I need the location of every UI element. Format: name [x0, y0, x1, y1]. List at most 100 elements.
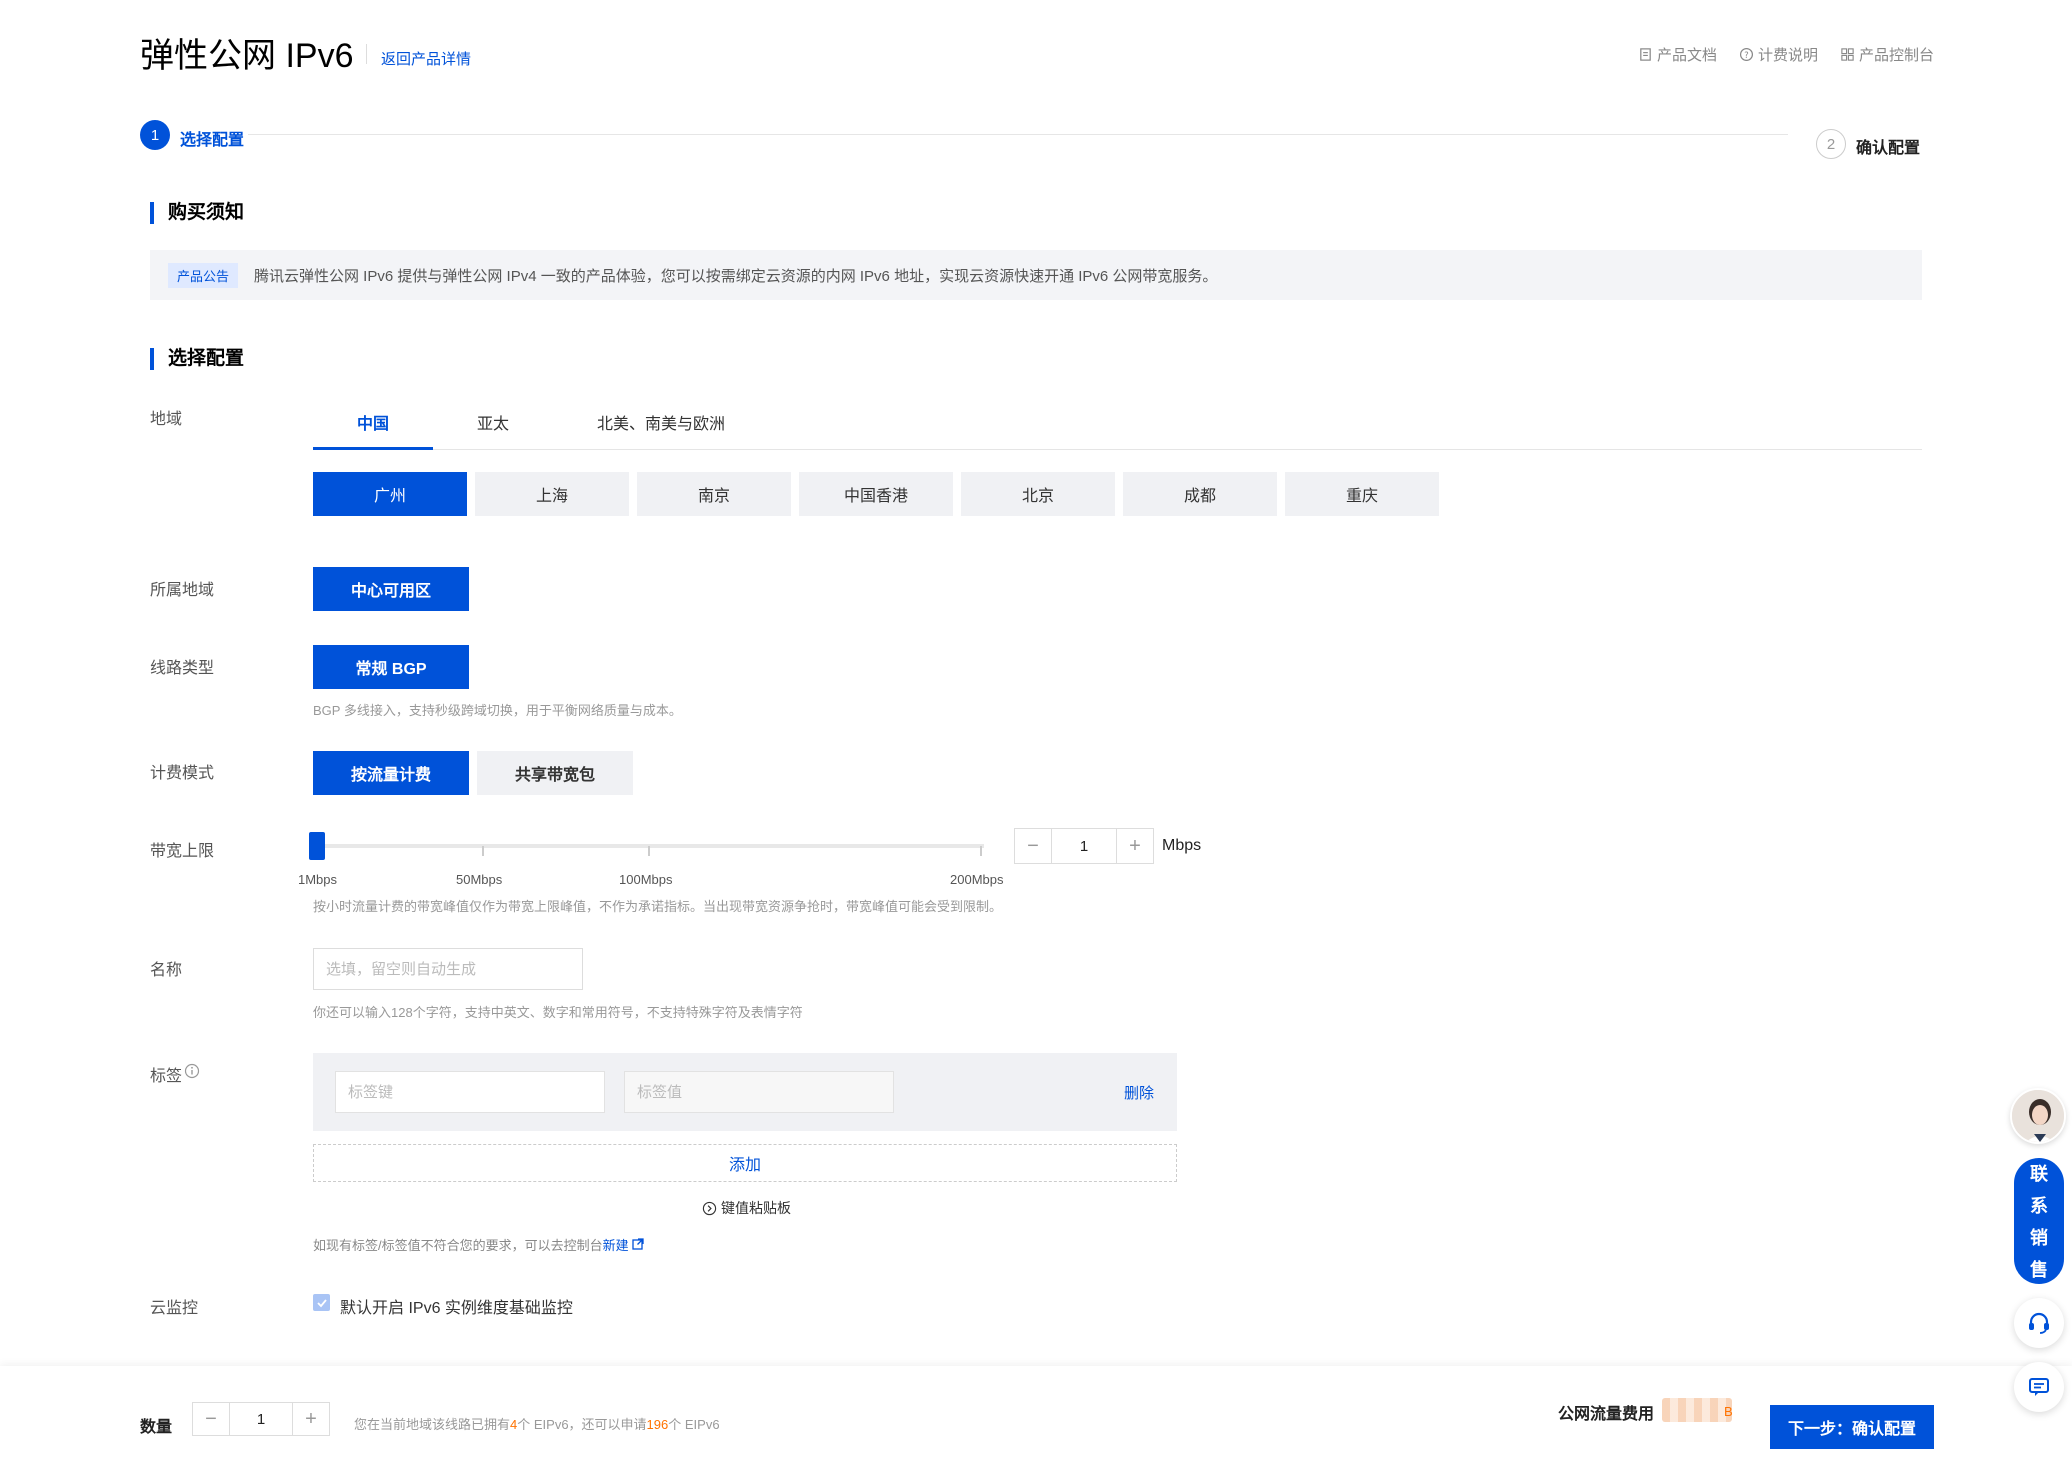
- city-option-guangzhou[interactable]: 广州: [313, 472, 467, 516]
- step-2-label: 确认配置: [1856, 140, 1921, 157]
- city-option-nanjing[interactable]: 南京: [637, 472, 791, 516]
- step-connector: [248, 134, 1788, 135]
- city-options: 广州 上海 南京 中国香港 北京 成都 重庆: [313, 472, 1439, 516]
- external-link-icon: [632, 1238, 644, 1250]
- back-to-product-link[interactable]: 返回产品详情: [381, 48, 471, 69]
- billing-mode-options: 按流量计费 共享带宽包: [313, 751, 633, 795]
- tag-hint-text: 如现有标签/标签值不符合您的要求，可以去控制台: [313, 1238, 603, 1253]
- page-title: 弹性公网 IPv6: [140, 37, 354, 75]
- city-option-hongkong[interactable]: 中国香港: [799, 472, 953, 516]
- document-icon: [1640, 48, 1651, 61]
- quantity-hint: 您在当前地域该线路已拥有4个 EIPv6，还可以申请196个 EIPv6: [354, 1414, 720, 1433]
- bandwidth-value[interactable]: 1: [1051, 829, 1117, 863]
- zone-label: 所属地域: [150, 582, 215, 599]
- bandwidth-increment-button[interactable]: +: [1117, 829, 1153, 863]
- section-heading-notice: 购买须知: [150, 202, 244, 224]
- announcement-badge: 产品公告: [168, 262, 239, 288]
- slider-scale-label: 100Mbps: [619, 872, 673, 887]
- tag-hint: 如现有标签/标签值不符合您的要求，可以去控制台新建: [313, 1235, 644, 1254]
- slider-scale-label: 50Mbps: [456, 872, 503, 887]
- billing-info-link[interactable]: ? 计费说明: [1739, 44, 1818, 65]
- title-divider: [366, 44, 367, 64]
- contact-sales-char: 售: [2030, 1260, 2048, 1280]
- name-input[interactable]: [313, 948, 583, 990]
- next-step-button[interactable]: 下一步：确认配置: [1770, 1405, 1934, 1449]
- section-heading-config: 选择配置: [150, 348, 244, 370]
- name-label: 名称: [150, 962, 183, 979]
- tab-americas-europe[interactable]: 北美、南美与欧洲: [553, 398, 769, 450]
- product-docs-label: 产品文档: [1656, 47, 1717, 64]
- announcement-bar: 产品公告 腾讯云弹性公网 IPv6 提供与弹性公网 IPv4 一致的产品体验，您…: [150, 250, 1922, 300]
- product-console-label: 产品控制台: [1858, 47, 1934, 64]
- fee-value-redacted: [1662, 1398, 1732, 1422]
- city-option-chengdu[interactable]: 成都: [1123, 472, 1277, 516]
- support-avatar[interactable]: [2010, 1088, 2066, 1144]
- tab-asia-pacific[interactable]: 亚太: [433, 398, 553, 450]
- bandwidth-label: 带宽上限: [150, 843, 215, 860]
- bandwidth-unit: Mbps: [1162, 837, 1202, 854]
- billing-option-bandwidth-package[interactable]: 共享带宽包: [477, 751, 633, 795]
- city-option-beijing[interactable]: 北京: [961, 472, 1115, 516]
- monitor-checkbox-label: 默认开启 IPv6 实例维度基础监控: [340, 1300, 573, 1317]
- quantity-decrement-button[interactable]: −: [193, 1403, 229, 1435]
- quantity-value[interactable]: 1: [229, 1403, 293, 1435]
- step-1-indicator: 1: [140, 120, 170, 150]
- region-label: 地域: [150, 411, 183, 428]
- city-option-shanghai[interactable]: 上海: [475, 472, 629, 516]
- tag-label: 标签: [150, 1068, 183, 1085]
- paste-board-button[interactable]: 键值粘贴板: [702, 1198, 791, 1218]
- bandwidth-decrement-button[interactable]: −: [1015, 829, 1051, 863]
- quantity-hint-text: 个 EIPv6: [668, 1417, 720, 1432]
- monitor-checkbox[interactable]: [313, 1294, 330, 1311]
- line-type-label: 线路类型: [150, 660, 215, 677]
- checkmark-icon: [316, 1298, 327, 1307]
- quantity-increment-button[interactable]: +: [293, 1403, 329, 1435]
- line-type-options: 常规 BGP: [313, 645, 469, 689]
- product-docs-link[interactable]: 产品文档: [1638, 44, 1717, 65]
- bandwidth-stepper: − 1 +: [1014, 828, 1154, 864]
- slider-scale-label: 1Mbps: [298, 872, 338, 887]
- tag-key-input[interactable]: [335, 1071, 605, 1113]
- tag-delete-button[interactable]: 删除: [1124, 1082, 1154, 1103]
- billing-option-traffic[interactable]: 按流量计费: [313, 751, 469, 795]
- svg-text:?: ?: [1744, 50, 1748, 60]
- fee-unit: B: [1724, 1404, 1733, 1419]
- zone-option-center[interactable]: 中心可用区: [313, 567, 469, 611]
- feedback-button[interactable]: [2014, 1362, 2064, 1412]
- contact-sales-button[interactable]: 联 系 销 售: [2014, 1158, 2064, 1284]
- slider-tick: [980, 846, 982, 856]
- line-option-bgp[interactable]: 常规 BGP: [313, 645, 469, 689]
- tab-china[interactable]: 中国: [313, 398, 434, 450]
- step-2-indicator: 2: [1816, 129, 1846, 159]
- contact-sales-char: 联: [2030, 1164, 2048, 1184]
- quantity-hint-text: 您在当前地域该线路已拥有: [354, 1417, 511, 1432]
- slider-tick: [482, 846, 484, 856]
- bandwidth-hint: 按小时流量计费的带宽峰值仅作为带宽上限峰值，不作为承诺指标。当出现带宽资源争抢时…: [313, 899, 1003, 914]
- remaining-count: 196: [646, 1417, 669, 1432]
- create-tag-link[interactable]: 新建: [603, 1238, 629, 1253]
- contact-sales-char: 系: [2030, 1196, 2048, 1216]
- step-1-label: 选择配置: [180, 132, 245, 149]
- name-hint: 你还可以输入128个字符，支持中英文、数字和常用符号，不支持特殊字符及表情字符: [313, 1005, 803, 1020]
- bandwidth-slider-handle[interactable]: [309, 832, 325, 860]
- quantity-stepper: − 1 +: [192, 1402, 330, 1436]
- city-option-chongqing[interactable]: 重庆: [1285, 472, 1439, 516]
- grid-icon: [1841, 48, 1854, 61]
- help-circle-icon: ?: [1739, 47, 1753, 62]
- fee-label: 公网流量费用: [1558, 1406, 1655, 1423]
- announcement-text: 腾讯云弹性公网 IPv6 提供与弹性公网 IPv4 一致的产品体验，您可以按需绑…: [254, 267, 1218, 285]
- message-icon: [2029, 1378, 2049, 1396]
- product-console-link[interactable]: 产品控制台: [1840, 44, 1934, 65]
- tag-value-input[interactable]: [624, 1071, 894, 1113]
- top-links: 产品文档 ? 计费说明 产品控制台: [1638, 44, 1934, 65]
- line-type-hint: BGP 多线接入，支持秒级跨域切换，用于平衡网络质量与成本。: [313, 703, 682, 718]
- customer-service-button[interactable]: [2014, 1298, 2064, 1348]
- bandwidth-slider-track[interactable]: [316, 844, 984, 848]
- monitor-label: 云监控: [150, 1300, 199, 1317]
- info-icon[interactable]: [184, 1063, 200, 1079]
- zone-options: 中心可用区: [313, 567, 469, 611]
- avatar-image: [2012, 1090, 2064, 1142]
- slider-tick: [648, 846, 650, 856]
- billing-mode-label: 计费模式: [150, 765, 215, 782]
- tag-add-button[interactable]: 添加: [313, 1144, 1177, 1182]
